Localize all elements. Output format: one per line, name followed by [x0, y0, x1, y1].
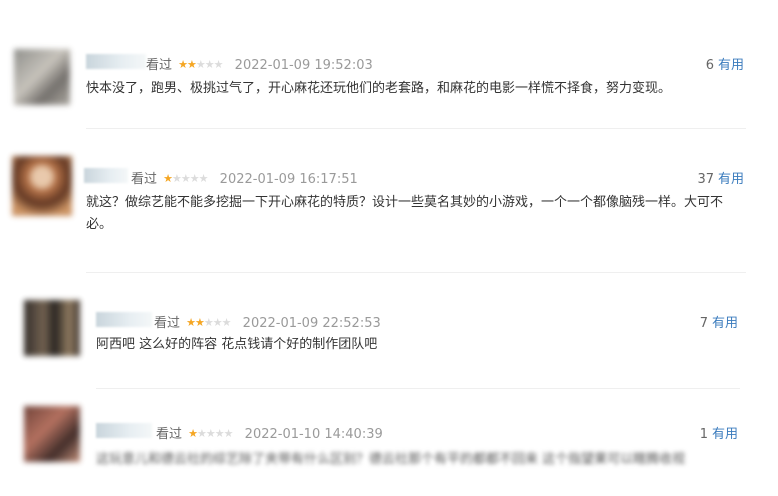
review-content: 这玩意儿和德云社的综艺除了夹带有什么区别？德云社那个有平的都都不回来 这个指望果…: [96, 452, 686, 467]
star-filled-icon: ★: [195, 316, 205, 329]
star-empty-icon: ★: [198, 172, 209, 185]
star-empty-icon: ★: [221, 316, 232, 329]
username[interactable]: [86, 54, 146, 69]
useful-vote[interactable]: 1 有用: [700, 423, 738, 442]
star-filled-icon: ★: [188, 427, 198, 440]
useful-count: 6: [705, 58, 714, 73]
review-timestamp: 2022-01-10 14:40:39: [244, 427, 383, 442]
star-empty-icon: ★: [212, 316, 223, 329]
review-timestamp: 2022-01-09 19:52:03: [234, 58, 373, 73]
rating-stars: ★★★★★: [186, 316, 232, 329]
review-content: 就这？做综艺能不能多挖掘一下开心麻花的特质？设计一些莫名其妙的小游戏，一个一个都…: [86, 195, 724, 232]
star-filled-icon: ★: [186, 316, 196, 329]
star-empty-icon: ★: [214, 427, 225, 440]
star-empty-icon: ★: [204, 58, 215, 71]
review-content: 阿西吧 这么好的阵容 花点钱请个好的制作团队吧: [96, 337, 378, 352]
star-empty-icon: ★: [197, 427, 207, 440]
avatar[interactable]: [24, 300, 80, 356]
review-content: 快本没了，跑男、极挑过气了，开心麻花还玩他们的老套路，和麻花的电影一样慌不择食，…: [86, 81, 672, 96]
star-filled-icon: ★: [187, 58, 197, 71]
seen-label: 看过: [154, 316, 181, 331]
rating-stars: ★★★★★: [178, 58, 224, 71]
useful-count: 37: [697, 172, 714, 187]
useful-count: 7: [699, 316, 708, 331]
star-empty-icon: ★: [189, 172, 200, 185]
star-empty-icon: ★: [203, 316, 214, 329]
review-item: 看过 ★★★★★ 2022-01-10 14:40:39 1 有用 这玩意儿和德云…: [0, 376, 778, 496]
useful-link[interactable]: 有用: [718, 58, 744, 73]
star-empty-icon: ★: [205, 427, 216, 440]
useful-link[interactable]: 有用: [712, 316, 738, 331]
review-item: 看过 ★★★★★ 2022-01-09 16:17:51 37 有用 就这？做综艺…: [0, 120, 778, 240]
username[interactable]: [96, 423, 152, 438]
review-item: 看过 ★★★★★ 2022-01-09 22:52:53 7 有用 阿西吧 这么好…: [0, 262, 778, 382]
review-meta: 看过 ★★★★★ 2022-01-10 14:40:39: [156, 423, 383, 442]
avatar[interactable]: [14, 49, 70, 105]
review-item: 看过 ★★★★★ 2022-01-09 19:52:03 6 有用 快本没了，跑男…: [0, 0, 778, 120]
avatar[interactable]: [12, 156, 72, 216]
star-empty-icon: ★: [180, 172, 191, 185]
star-empty-icon: ★: [172, 172, 182, 185]
useful-vote[interactable]: 37 有用: [697, 168, 744, 187]
star-empty-icon: ★: [195, 58, 206, 71]
review-meta: 看过 ★★★★★ 2022-01-09 16:17:51: [131, 168, 358, 187]
review-meta: 看过 ★★★★★ 2022-01-09 19:52:03: [146, 54, 373, 73]
review-timestamp: 2022-01-09 16:17:51: [219, 172, 358, 187]
username[interactable]: [96, 312, 152, 327]
useful-vote[interactable]: 6 有用: [706, 54, 744, 73]
rating-stars: ★★★★★: [163, 172, 209, 185]
username[interactable]: [84, 168, 128, 183]
useful-link[interactable]: 有用: [718, 172, 744, 187]
star-empty-icon: ★: [213, 58, 224, 71]
seen-label: 看过: [131, 172, 158, 187]
avatar[interactable]: [24, 406, 80, 462]
useful-vote[interactable]: 7 有用: [700, 312, 738, 331]
seen-label: 看过: [156, 427, 183, 442]
review-timestamp: 2022-01-09 22:52:53: [242, 316, 381, 331]
star-empty-icon: ★: [223, 427, 234, 440]
star-filled-icon: ★: [178, 58, 188, 71]
seen-label: 看过: [146, 58, 173, 73]
useful-link[interactable]: 有用: [712, 427, 738, 442]
star-filled-icon: ★: [163, 172, 173, 185]
useful-count: 1: [699, 427, 708, 442]
rating-stars: ★★★★★: [188, 427, 234, 440]
review-meta: 看过 ★★★★★ 2022-01-09 22:52:53: [154, 312, 381, 331]
